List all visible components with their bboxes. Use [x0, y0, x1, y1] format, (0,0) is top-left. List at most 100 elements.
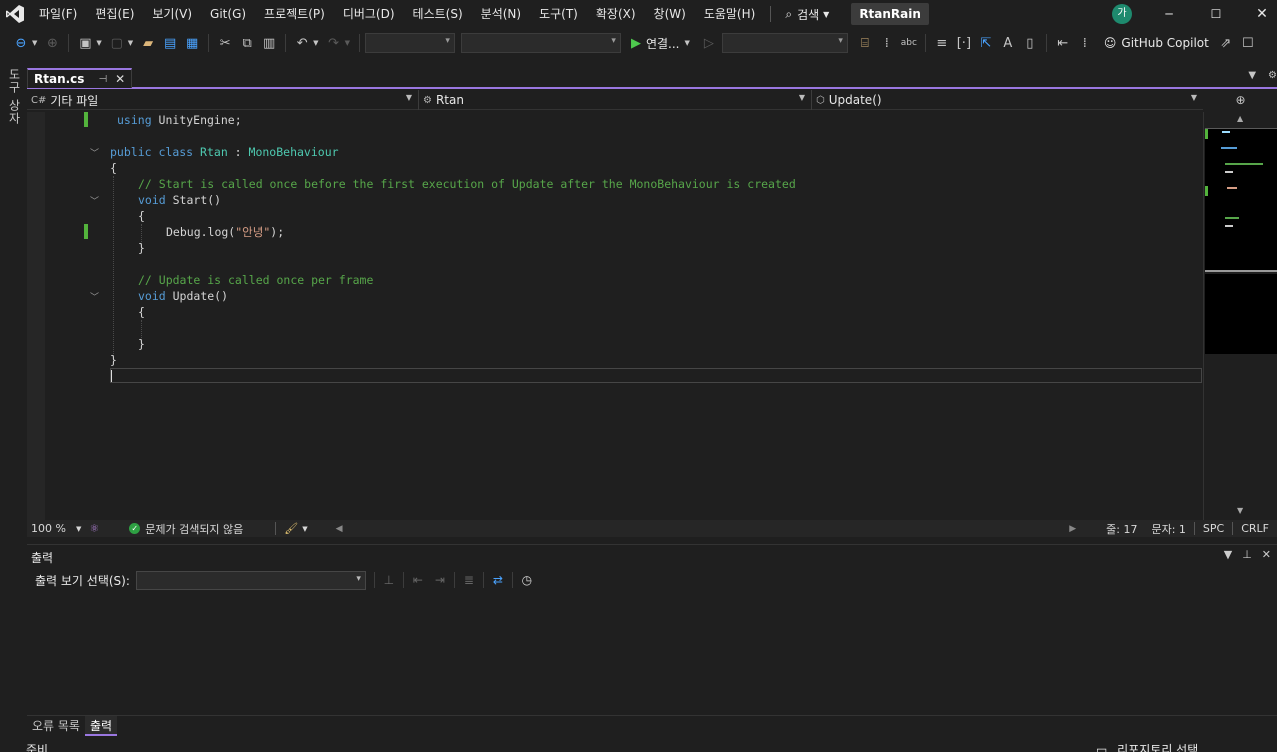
chevron-down-icon[interactable]: ▼ [345, 39, 350, 47]
start-without-debugging-icon[interactable]: ▷ [698, 32, 720, 54]
new-item-icon[interactable]: ▣ [74, 32, 96, 54]
code-line[interactable]: } [138, 336, 145, 352]
redo-icon[interactable]: ↷ [323, 32, 345, 54]
code-line[interactable]: { [138, 304, 145, 320]
pin-icon[interactable]: ⊣ [98, 74, 107, 85]
clock-icon[interactable]: ◷ [516, 570, 538, 590]
save-all-icon[interactable]: ▦ [181, 32, 203, 54]
line-ending-indicator[interactable]: CRLF [1237, 522, 1273, 535]
close-tab-icon[interactable]: ✕ [115, 72, 125, 86]
menu-extensions[interactable]: 확장(X) [587, 0, 645, 28]
whitespace-indicator[interactable]: SPC [1199, 522, 1228, 535]
collapse-icon[interactable]: ﹀ [90, 146, 99, 159]
share-icon[interactable]: ⇗ [1215, 32, 1237, 54]
tab-error-list[interactable]: 오류 목록 [27, 716, 85, 736]
member-dropdown[interactable]: ⬡ Update() ▼ [812, 90, 1203, 110]
code-line[interactable]: } [138, 240, 145, 256]
maximize-icon[interactable]: ☐ [1193, 0, 1239, 28]
font-size-icon[interactable]: A [997, 32, 1019, 54]
clear-all-icon[interactable]: ≣ [458, 570, 480, 590]
column-indicator[interactable]: 문자: 1 [1147, 521, 1189, 537]
chevron-down-icon[interactable]: ▼ [302, 525, 307, 533]
forward-icon[interactable]: ⊕ [41, 32, 63, 54]
intellicode-icon[interactable]: ⚛ [85, 522, 103, 535]
back-icon[interactable]: ⊖ [10, 32, 32, 54]
menu-debug[interactable]: 디버그(D) [334, 0, 404, 28]
scroll-left-icon[interactable]: ◀ [332, 524, 347, 534]
solution-configuration-dropdown[interactable] [364, 33, 455, 53]
code-line[interactable]: void Start() [138, 192, 221, 208]
scroll-right-icon[interactable]: ▶ [1065, 524, 1080, 534]
code-cleanup-icon[interactable]: 🖌 [280, 522, 302, 535]
minimize-icon[interactable]: ─ [1146, 0, 1192, 28]
indicator-margin[interactable] [27, 112, 45, 520]
find-message-icon[interactable]: ⊥ [378, 570, 400, 590]
split-window-icon[interactable]: ⊕ [1204, 90, 1277, 110]
add-item-icon[interactable]: ▢ [106, 32, 128, 54]
code-editor[interactable]: ﹀ ﹀ ﹀ using UnityEngine; public class Rt… [27, 112, 1203, 520]
code-line[interactable]: // Start is called once before the first… [138, 176, 796, 192]
close-icon[interactable]: ✕ [1239, 0, 1277, 28]
copy-icon[interactable]: ⧉ [236, 32, 258, 54]
paste-icon[interactable]: ▥ [258, 32, 280, 54]
chevron-down-icon[interactable]: ▼ [96, 39, 101, 47]
issues-indicator[interactable]: ✓ 문제가 검색되지 않음 [125, 521, 247, 537]
word-wrap-icon[interactable]: ⇄ [487, 570, 509, 590]
next-message-icon[interactable]: ⇥ [429, 570, 451, 590]
select-element-icon[interactable]: ⇱ [975, 32, 997, 54]
line-indicator[interactable]: 줄: 17 [1102, 521, 1141, 537]
feedback-icon[interactable]: ☐ [1237, 32, 1259, 54]
minimap-scrollbar[interactable]: ▲ ▼ [1203, 112, 1277, 520]
document-tab[interactable]: Rtan.cs ⊣ ✕ [27, 68, 133, 88]
code-line[interactable]: } [110, 352, 117, 368]
avatar[interactable]: 가 [1112, 4, 1132, 24]
find-in-files-icon[interactable]: ⌸ [854, 32, 876, 54]
save-icon[interactable]: ▤ [159, 32, 181, 54]
menu-tools[interactable]: 도구(T) [530, 0, 587, 28]
scroll-down-icon[interactable]: ▼ [1237, 506, 1243, 515]
tab-list-icon[interactable]: ▼ [1248, 70, 1256, 81]
gear-icon[interactable]: ⚙ [1268, 70, 1277, 81]
menu-project[interactable]: 프로젝트(P) [255, 0, 334, 28]
code-snippet-icon[interactable]: [·] [953, 32, 975, 54]
bookmark-icon[interactable]: ▯ [1019, 32, 1041, 54]
collapse-icon[interactable]: ﹀ [90, 290, 99, 303]
menu-help[interactable]: 도움말(H) [695, 0, 765, 28]
menu-file[interactable]: 파일(F) [30, 0, 86, 28]
code-line[interactable]: public class Rtan : MonoBehaviour [110, 144, 339, 160]
format-icon[interactable]: ⁞ [876, 32, 898, 54]
code-line[interactable]: void Update() [138, 288, 228, 304]
decrease-indent-icon[interactable]: ⇤ [1052, 32, 1074, 54]
outline-icon[interactable]: ≡ [931, 32, 953, 54]
debug-target-dropdown[interactable] [721, 33, 848, 53]
solution-platform-dropdown[interactable] [460, 33, 621, 53]
spell-check-icon[interactable]: abc [898, 32, 920, 54]
project-dropdown[interactable]: C# 기타 파일 ▼ [27, 90, 419, 110]
vs-logo-icon[interactable] [0, 0, 30, 28]
chevron-down-icon[interactable]: ▼ [313, 39, 318, 47]
toolbox-tab[interactable]: 도구 상자 [6, 68, 23, 125]
menu-edit[interactable]: 편집(E) [86, 0, 143, 28]
minimap-area[interactable] [1205, 274, 1277, 354]
start-debugging-button[interactable]: ▶ 연결... ▼ [631, 35, 694, 52]
chevron-down-icon[interactable]: ▼ [32, 39, 37, 47]
zoom-dropdown[interactable]: 100 % ▼ [27, 522, 85, 535]
collapse-icon[interactable]: ﹀ [90, 194, 99, 207]
code-line[interactable]: Debug.log("안녕"); [166, 224, 284, 240]
select-repository-button[interactable]: ▭ 리포지토리 선택 [1096, 744, 1198, 752]
menu-analyze[interactable]: 분석(N) [472, 0, 530, 28]
previous-message-icon[interactable]: ⇤ [407, 570, 429, 590]
toolbar-options-icon[interactable]: ⁞ [1074, 32, 1096, 54]
open-folder-icon[interactable]: ▰ [137, 32, 159, 54]
tab-output[interactable]: 출력 [84, 716, 118, 736]
chevron-down-icon[interactable]: ▼ [1224, 548, 1232, 561]
menu-git[interactable]: Git(G) [201, 0, 255, 28]
minimap-viewport[interactable] [1205, 128, 1277, 272]
solution-name-badge[interactable]: RtanRain [851, 3, 929, 25]
menu-test[interactable]: 테스트(S) [404, 0, 472, 28]
scroll-up-icon[interactable]: ▲ [1237, 114, 1243, 123]
cut-icon[interactable]: ✂ [214, 32, 236, 54]
search-button[interactable]: ⌕ 검색 ▼ [777, 0, 837, 28]
output-source-dropdown[interactable] [135, 570, 366, 590]
close-icon[interactable]: ✕ [1262, 548, 1271, 561]
